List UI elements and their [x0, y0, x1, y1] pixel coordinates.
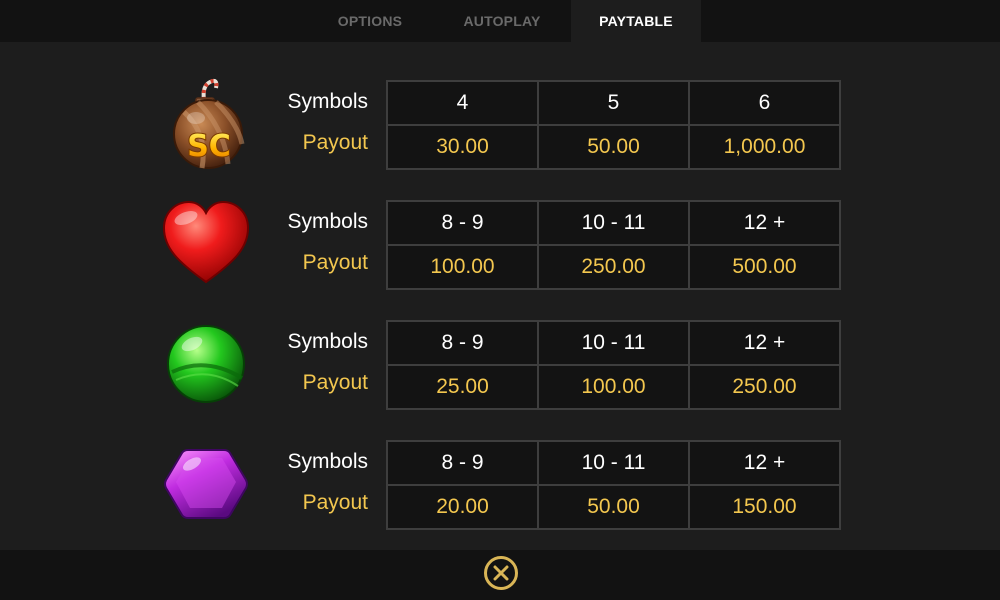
symbol-count-cell: 12 + — [688, 200, 841, 246]
symbol-count-cell: 8 - 9 — [386, 320, 539, 366]
payout-value-cell: 250.00 — [537, 244, 690, 290]
symbol-count-cell: 12 + — [688, 320, 841, 366]
payout-label: Payout — [302, 371, 368, 394]
payout-value-cell: 500.00 — [688, 244, 841, 290]
payout-value-cell: 30.00 — [386, 124, 539, 170]
symbols-label: Symbols — [287, 90, 368, 113]
paytable-row-purple: Symbols Payout 8 - 9 10 - 11 12 + 20.00 … — [0, 440, 1000, 530]
close-button[interactable] — [484, 556, 518, 590]
payout-value-cell: 25.00 — [386, 364, 539, 410]
payout-value-cell: 50.00 — [537, 484, 690, 530]
symbol-count-cell: 5 — [537, 80, 690, 126]
top-tab-bar: OPTIONS AUTOPLAY PAYTABLE — [0, 0, 1000, 42]
symbol-count-cell: 12 + — [688, 440, 841, 486]
payout-value-cell: 150.00 — [688, 484, 841, 530]
paytable-row-scatter: SC Symbols Payout 4 5 6 30.00 50.00 1,00… — [0, 78, 1000, 170]
payout-value-cell: 250.00 — [688, 364, 841, 410]
symbol-count-cell: 10 - 11 — [537, 440, 690, 486]
symbols-label: Symbols — [287, 210, 368, 233]
svg-text:SC: SC — [187, 129, 231, 164]
tab-options[interactable]: OPTIONS — [320, 0, 420, 42]
green-round-candy-icon — [158, 318, 254, 414]
payout-value-cell: 50.00 — [537, 124, 690, 170]
red-heart-candy-icon — [158, 196, 254, 292]
close-icon — [493, 565, 509, 581]
symbol-count-cell: 8 - 9 — [386, 440, 539, 486]
payout-value-cell: 100.00 — [537, 364, 690, 410]
tab-paytable[interactable]: PAYTABLE — [571, 0, 701, 42]
symbol-count-cell: 6 — [688, 80, 841, 126]
payout-table: 4 5 6 30.00 50.00 1,000.00 — [386, 80, 841, 170]
payout-label: Payout — [302, 251, 368, 274]
payout-label: Payout — [302, 491, 368, 514]
symbol-count-cell: 10 - 11 — [537, 320, 690, 366]
symbol-count-cell: 10 - 11 — [537, 200, 690, 246]
symbol-count-cell: 8 - 9 — [386, 200, 539, 246]
paytable-row-green: Symbols Payout 8 - 9 10 - 11 12 + 25.00 … — [0, 320, 1000, 410]
payout-value-cell: 100.00 — [386, 244, 539, 290]
payout-table: 8 - 9 10 - 11 12 + 20.00 50.00 150.00 — [386, 440, 841, 530]
scatter-bomb-icon: SC — [158, 72, 254, 169]
payout-value-cell: 20.00 — [386, 484, 539, 530]
payout-value-cell: 1,000.00 — [688, 124, 841, 170]
symbols-label: Symbols — [287, 450, 368, 473]
payout-label: Payout — [302, 131, 368, 154]
payout-table: 8 - 9 10 - 11 12 + 100.00 250.00 500.00 — [386, 200, 841, 290]
payout-table: 8 - 9 10 - 11 12 + 25.00 100.00 250.00 — [386, 320, 841, 410]
symbol-count-cell: 4 — [386, 80, 539, 126]
paytable-row-heart: Symbols Payout 8 - 9 10 - 11 12 + 100.00… — [0, 200, 1000, 290]
tab-autoplay[interactable]: AUTOPLAY — [434, 0, 570, 42]
symbols-label: Symbols — [287, 330, 368, 353]
purple-hexagon-candy-icon — [158, 438, 254, 534]
